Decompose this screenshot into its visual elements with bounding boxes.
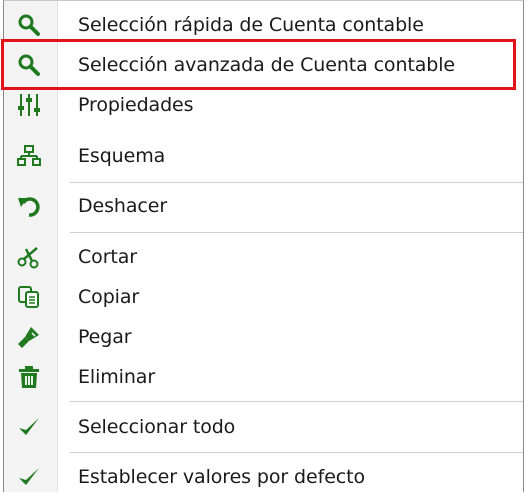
paste-icon	[16, 324, 42, 350]
search-icon	[16, 12, 42, 38]
menu-item-label: Cortar	[78, 246, 138, 268]
menu-item-quick-select-account[interactable]: Selección rápida de Cuenta contable	[4, 6, 523, 44]
menu-separator	[70, 232, 523, 233]
menu-item-label: Eliminar	[78, 366, 156, 388]
menu-item-label: Pegar	[78, 326, 132, 348]
menu-item-delete[interactable]: Eliminar	[4, 358, 523, 396]
menu-item-advanced-select-account[interactable]: Selección avanzada de Cuenta contable	[4, 46, 523, 84]
menu-item-outline[interactable]: Esquema	[4, 137, 523, 175]
hierarchy-icon	[16, 143, 42, 169]
menu-item-undo[interactable]: Deshacer	[4, 187, 523, 225]
check-icon	[16, 414, 42, 440]
menu-item-label: Copiar	[78, 286, 140, 308]
menu-item-label: Establecer valores por defecto	[78, 466, 366, 488]
menu-separator	[70, 452, 523, 453]
menu-item-copy[interactable]: Copiar	[4, 278, 523, 316]
copy-icon	[16, 284, 42, 310]
sliders-icon	[16, 92, 42, 118]
menu-separator	[70, 182, 523, 183]
trash-icon	[16, 364, 42, 390]
search-icon	[16, 52, 42, 78]
menu-item-label: Deshacer	[78, 195, 168, 217]
menu-item-set-default-values[interactable]: Establecer valores por defecto	[4, 458, 523, 496]
menu-item-label: Esquema	[78, 145, 166, 167]
undo-icon	[16, 193, 42, 219]
menu-item-label: Selección rápida de Cuenta contable	[78, 14, 424, 36]
menu-separator	[70, 401, 523, 402]
menu-item-select-all[interactable]: Seleccionar todo	[4, 408, 523, 446]
scissors-icon	[16, 244, 42, 270]
context-menu: Selección rápida de Cuenta contable Sele…	[3, 0, 524, 492]
menu-item-label: Seleccionar todo	[78, 416, 236, 438]
menu-item-properties[interactable]: Propiedades	[4, 86, 523, 124]
menu-item-label: Selección avanzada de Cuenta contable	[78, 54, 456, 76]
menu-item-label: Propiedades	[78, 94, 194, 116]
menu-item-paste[interactable]: Pegar	[4, 318, 523, 356]
check-icon	[16, 464, 42, 490]
menu-item-cut[interactable]: Cortar	[4, 238, 523, 276]
